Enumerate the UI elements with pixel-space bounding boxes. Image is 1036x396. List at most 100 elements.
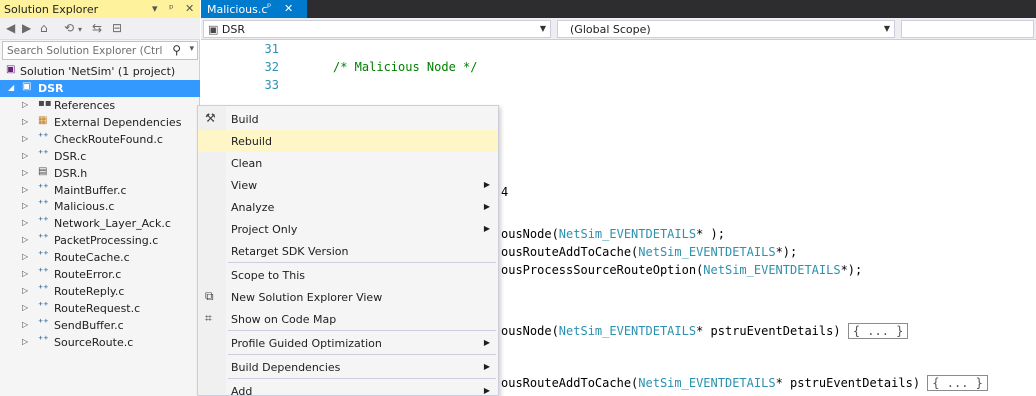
expand-arrow-icon[interactable]: ▷ xyxy=(22,252,28,261)
close-icon[interactable]: ✕ xyxy=(185,2,194,15)
tree-item[interactable]: ▷ ⁺⁺ RouteError.c xyxy=(0,266,200,283)
tree-item[interactable]: ▷ ▪▪ References xyxy=(0,97,200,114)
member-combo[interactable] xyxy=(901,20,1034,38)
tab-malicious-c[interactable]: Malicious.c ᵖ ✕ xyxy=(201,0,307,18)
menu-item-label: Clean xyxy=(231,157,263,170)
tree-item[interactable]: ▷ ⁺⁺ RouteRequest.c xyxy=(0,300,200,317)
tree-item[interactable]: ▷ ▦ External Dependencies xyxy=(0,114,200,131)
menu-item-rebuild[interactable]: Rebuild xyxy=(198,130,498,152)
external-deps-icon: ▦ xyxy=(38,114,48,126)
chevron-down-icon[interactable]: ▼ xyxy=(884,24,890,33)
expand-arrow-icon[interactable]: ▷ xyxy=(22,151,28,160)
code-line: ousRouteAddToCache(NetSim_EVENTDETAILS*)… xyxy=(501,245,798,259)
submenu-arrow-icon: ▶ xyxy=(483,202,490,211)
menu-item-show-on-code-map[interactable]: ⌗ Show on Code Map xyxy=(198,308,498,330)
expand-arrow-icon[interactable]: ▷ xyxy=(22,218,28,227)
menu-separator xyxy=(228,330,496,331)
expand-arrow-icon[interactable]: ▷ xyxy=(22,269,28,278)
collapse-arrow-icon[interactable]: ◢ xyxy=(8,83,14,92)
tab-label: Malicious.c xyxy=(207,3,268,16)
collapse-icon[interactable]: ⊟ xyxy=(112,21,122,35)
search-box[interactable]: Search Solution Explorer (Ctrl ⚲ ▾ xyxy=(2,41,198,60)
tab-pin-icon[interactable]: ᵖ xyxy=(267,2,271,13)
expand-arrow-icon[interactable]: ▷ xyxy=(22,235,28,244)
tree-item[interactable]: ▷ ⁺⁺ MaintBuffer.c xyxy=(0,182,200,199)
menu-item-retarget-sdk-version[interactable]: Retarget SDK Version xyxy=(198,240,498,262)
tree-item[interactable]: ▷ ⁺⁺ RouteReply.c xyxy=(0,283,200,300)
chevron-down-icon[interactable]: ▼ xyxy=(540,24,546,33)
sync-icon[interactable]: ⟲ xyxy=(64,21,74,35)
project-combo[interactable]: ▣ DSR ▼ xyxy=(203,20,551,38)
menu-item-label: Profile Guided Optimization xyxy=(231,337,382,350)
solution-node[interactable]: ▣ Solution 'NetSim' (1 project) xyxy=(0,63,200,80)
expand-arrow-icon[interactable]: ▷ xyxy=(22,286,28,295)
menu-separator xyxy=(228,262,496,263)
tab-close-icon[interactable]: ✕ xyxy=(284,2,293,15)
search-icon[interactable]: ⚲ xyxy=(172,43,181,57)
document-tab-bar: Malicious.c ᵖ ✕ xyxy=(201,0,1036,18)
expand-arrow-icon[interactable]: ▷ xyxy=(22,100,28,109)
tree-item[interactable]: ▷ ⁺⁺ PacketProcessing.c xyxy=(0,232,200,249)
expand-arrow-icon[interactable]: ▷ xyxy=(22,134,28,143)
menu-item-analyze[interactable]: Analyze ▶ xyxy=(198,196,498,218)
tree-item[interactable]: ▷ ⁺⁺ Malicious.c xyxy=(0,198,200,215)
back-icon[interactable]: ◀ xyxy=(6,21,15,35)
c-file-icon: ⁺⁺ xyxy=(38,334,49,346)
menu-item-label: Project Only xyxy=(231,223,298,236)
c-file-icon: ⁺⁺ xyxy=(38,300,49,312)
menu-item-view[interactable]: View ▶ xyxy=(198,174,498,196)
expand-arrow-icon[interactable]: ▷ xyxy=(22,320,28,329)
tree-item[interactable]: ▷ ⁺⁺ DSR.c xyxy=(0,148,200,165)
c-file-icon: ⁺⁺ xyxy=(38,199,49,211)
solution-explorer-titlebar: Solution Explorer ▾ ᵖ ✕ xyxy=(0,0,200,18)
tree-item[interactable]: ▷ ▤ DSR.h xyxy=(0,165,200,182)
expand-arrow-icon[interactable]: ▷ xyxy=(22,303,28,312)
search-options-icon[interactable]: ▾ xyxy=(189,44,194,54)
home-icon[interactable]: ⌂ xyxy=(40,21,48,35)
tree-item[interactable]: ▷ ⁺⁺ RouteCache.c xyxy=(0,249,200,266)
code-line: ousNode(NetSim_EVENTDETAILS* pstruEventD… xyxy=(501,323,909,339)
expand-arrow-icon[interactable]: ▷ xyxy=(22,201,28,210)
menu-item-build[interactable]: ⚒ Build xyxy=(198,108,498,130)
pin-icon[interactable]: ᵖ xyxy=(169,2,174,15)
tree-item[interactable]: ▷ ⁺⁺ SendBuffer.c xyxy=(0,317,200,334)
expand-arrow-icon[interactable]: ▷ xyxy=(22,117,28,126)
scope-combo-value: (Global Scope) xyxy=(570,23,651,36)
c-file-icon: ⁺⁺ xyxy=(38,131,49,143)
menu-item-label: Build xyxy=(231,113,259,126)
collapsed-region[interactable]: { ... } xyxy=(927,375,988,391)
tree-item-label: CheckRouteFound.c xyxy=(54,132,163,146)
references-icon: ▪▪ xyxy=(38,98,52,109)
expand-arrow-icon[interactable]: ▷ xyxy=(22,185,28,194)
scope-combo[interactable]: (Global Scope) ▼ xyxy=(557,20,895,38)
project-node-dsr[interactable]: ◢ ▣ DSR xyxy=(0,80,200,97)
menu-item-new-solution-explorer-view[interactable]: ⧉ New Solution Explorer View xyxy=(198,286,498,308)
switch-views-icon[interactable]: ⇆ xyxy=(92,21,102,35)
menu-item-build-dependencies[interactable]: Build Dependencies ▶ xyxy=(198,356,498,378)
tree-item[interactable]: ▷ ⁺⁺ SourceRoute.c xyxy=(0,334,200,351)
tree-item[interactable]: ▷ ⁺⁺ CheckRouteFound.c xyxy=(0,131,200,148)
solution-icon: ▣ xyxy=(6,64,16,75)
menu-item-clean[interactable]: Clean xyxy=(198,152,498,174)
menu-item-project-only[interactable]: Project Only ▶ xyxy=(198,218,498,240)
project-label: DSR xyxy=(38,82,64,95)
menu-item-add[interactable]: Add ▶ xyxy=(198,380,498,396)
new-view-icon: ⧉ xyxy=(205,289,214,303)
forward-icon[interactable]: ▶ xyxy=(22,21,31,35)
tree-item-label: Malicious.c xyxy=(54,200,115,214)
tree-item-label: RouteRequest.c xyxy=(54,301,141,315)
tree-item-label: External Dependencies xyxy=(54,115,182,129)
sync-dropdown-icon[interactable]: ▾ xyxy=(78,25,82,34)
menu-item-scope-to-this[interactable]: Scope to This xyxy=(198,264,498,286)
expand-arrow-icon[interactable]: ▷ xyxy=(22,337,28,346)
build-icon: ⚒ xyxy=(205,111,216,125)
code-line: 4 xyxy=(501,185,509,199)
solution-label: Solution 'NetSim' (1 project) xyxy=(20,65,176,78)
code-line: ousRouteAddToCache(NetSim_EVENTDETAILS* … xyxy=(501,375,988,391)
collapsed-region[interactable]: { ... } xyxy=(847,323,909,339)
tree-item[interactable]: ▷ ⁺⁺ Network_Layer_Ack.c xyxy=(0,215,200,232)
search-input[interactable]: Search Solution Explorer (Ctrl xyxy=(7,45,162,57)
menu-item-profile-guided-optimization[interactable]: Profile Guided Optimization ▶ xyxy=(198,332,498,354)
dropdown-icon[interactable]: ▾ xyxy=(152,2,158,15)
expand-arrow-icon[interactable]: ▷ xyxy=(22,168,28,177)
